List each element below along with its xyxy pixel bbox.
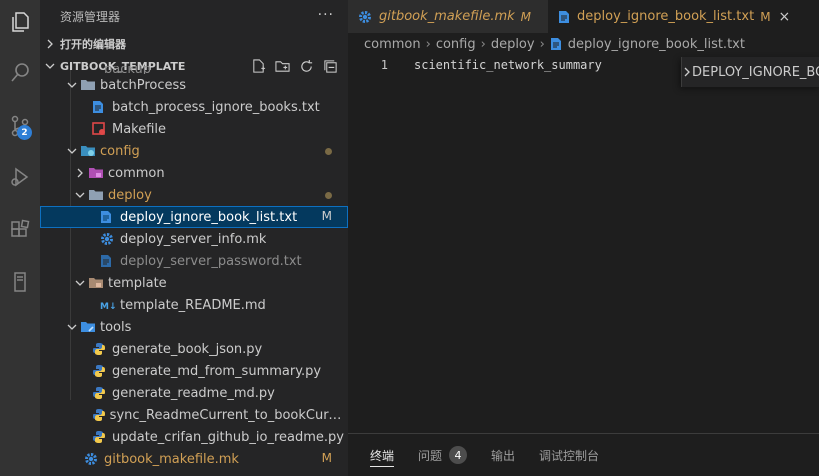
modified-mark: M [321,209,332,223]
sidebar-title: 资源管理器 [60,10,121,24]
gear-icon [358,10,372,24]
more-actions-button[interactable]: ··· [318,7,334,23]
tree-item-generate-md-from-summary[interactable]: generate_md_from_summary.py [40,360,348,382]
modified-mark: M [760,9,771,24]
search-icon[interactable] [0,53,40,93]
bottom-panel: 终端 问题 4 输出 调试控制台 [348,433,819,476]
makefile-icon [92,122,112,136]
tree-item-backup[interactable]: backup [40,66,348,74]
tab-terminal[interactable]: 终端 [370,434,395,476]
tree-item-gitbook-makefile[interactable]: gitbook_makefile.mk M [40,448,348,470]
source-control-icon[interactable]: 2 [0,106,40,146]
source-control-badge: 2 [17,125,32,140]
breadcrumb-item[interactable]: config [436,37,476,52]
sticky-outline[interactable]: DEPLOY_IGNORE_BOOK_LIST [681,57,819,87]
svg-text:M↓: M↓ [100,302,116,311]
tree-item-template-readme[interactable]: M↓ template_README.md [40,294,348,316]
python-icon [92,430,112,444]
text-file-icon [558,10,570,24]
chevron-down-icon [64,80,80,90]
explorer-icon[interactable] [0,2,40,42]
activity-bar: 2 [0,0,40,476]
modified-dot [325,148,332,155]
tab-label: gitbook_makefile.mk [379,9,515,24]
text-file-icon [100,210,120,224]
open-editors-label: 打开的编辑器 [60,38,126,51]
gear-icon [100,232,120,246]
open-editors-section[interactable]: 打开的编辑器 [40,33,348,55]
modified-mark: M [321,451,332,465]
tree-item-sync-readme-current[interactable]: sync_ReadmeCurrent_to_bookCurrent.py [40,404,348,426]
outline-label: DEPLOY_IGNORE_BOOK_LIST [692,64,819,80]
problems-count-badge: 4 [449,446,468,464]
modified-mark: M [520,9,531,24]
tree-item-deploy[interactable]: deploy [40,184,348,206]
editor-area: gitbook_makefile.mk M deploy_ignore_book… [348,0,819,476]
tab-output[interactable]: 输出 [491,434,515,476]
extensions-icon[interactable] [0,210,40,250]
python-icon [92,364,112,378]
folder-template-icon [88,276,108,290]
folder-icon [88,188,108,202]
folder-common-icon [88,166,108,180]
tree-item-config[interactable]: config [40,140,348,162]
chevron-down-icon [64,146,80,156]
text-file-icon [550,37,562,51]
tab-deploy-ignore-book-list[interactable]: deploy_ignore_book_list.txt M × [548,0,819,33]
tree-item-batchprocess[interactable]: batchProcess [40,74,348,96]
breadcrumb-item[interactable]: common [364,37,421,52]
tree-item-update-crifan-github-io-readme[interactable]: update_crifan_github_io_readme.py [40,426,348,448]
chevron-right-icon [40,39,60,49]
file-tree: backup batchProcess batch_process_ignore… [40,66,348,470]
tree-item-deploy-ignore-book-list[interactable]: deploy_ignore_book_list.txt M [40,206,348,228]
breadcrumb-item[interactable]: deploy [491,37,535,52]
explorer-sidebar: 资源管理器 ··· 打开的编辑器 GITBOOK_TEMPLATE backup… [40,0,348,476]
python-icon [92,408,110,422]
tree-item-generate-book-json[interactable]: generate_book_json.py [40,338,348,360]
chevron-down-icon [72,278,88,288]
chevron-right-icon: › [480,36,486,52]
tab-label: deploy_ignore_book_list.txt [577,9,755,24]
python-icon [92,386,112,400]
folder-tools-icon [80,320,100,334]
tree-item-deploy-server-info[interactable]: deploy_server_info.mk [40,228,348,250]
breadcrumb: common › config › deploy › deploy_ignore… [348,33,819,55]
chevron-right-icon: › [425,36,431,52]
tab-gitbook-makefile[interactable]: gitbook_makefile.mk M [348,0,548,33]
python-icon [92,342,112,356]
run-debug-icon[interactable] [0,157,40,197]
sidebar-header: 资源管理器 ··· [40,0,348,33]
close-icon[interactable]: × [779,9,791,25]
tree-item-common[interactable]: common [40,162,348,184]
modified-dot [325,192,332,199]
tab-debug-console[interactable]: 调试控制台 [539,434,599,476]
tree-item-generate-readme-md[interactable]: generate_readme_md.py [40,382,348,404]
text-file-icon [92,100,112,114]
chevron-down-icon [72,190,88,200]
editor-tabs: gitbook_makefile.mk M deploy_ignore_book… [348,0,819,33]
chevron-down-icon [64,322,80,332]
tree-item-tools[interactable]: tools [40,316,348,338]
line-number: 1 [380,57,388,72]
text-file-icon [100,254,120,268]
tree-item-makefile[interactable]: Makefile [40,118,348,140]
tab-problems[interactable]: 问题 4 [418,434,468,476]
chevron-right-icon [72,168,88,178]
chevron-right-icon [682,67,692,77]
breadcrumb-item[interactable]: deploy_ignore_book_list.txt [568,37,745,52]
folder-icon [80,78,100,92]
tree-item-batch-process-ignore-books[interactable]: batch_process_ignore_books.txt [40,96,348,118]
gear-icon [84,452,104,466]
remote-explorer-icon[interactable] [0,262,40,302]
tree-item-deploy-server-password[interactable]: deploy_server_password.txt [40,250,348,272]
line-text[interactable]: scientific_network_summary [414,58,602,72]
tree-item-template[interactable]: template [40,272,348,294]
chevron-right-icon: › [539,36,545,52]
folder-config-icon [80,144,100,158]
markdown-icon: M↓ [100,299,120,311]
